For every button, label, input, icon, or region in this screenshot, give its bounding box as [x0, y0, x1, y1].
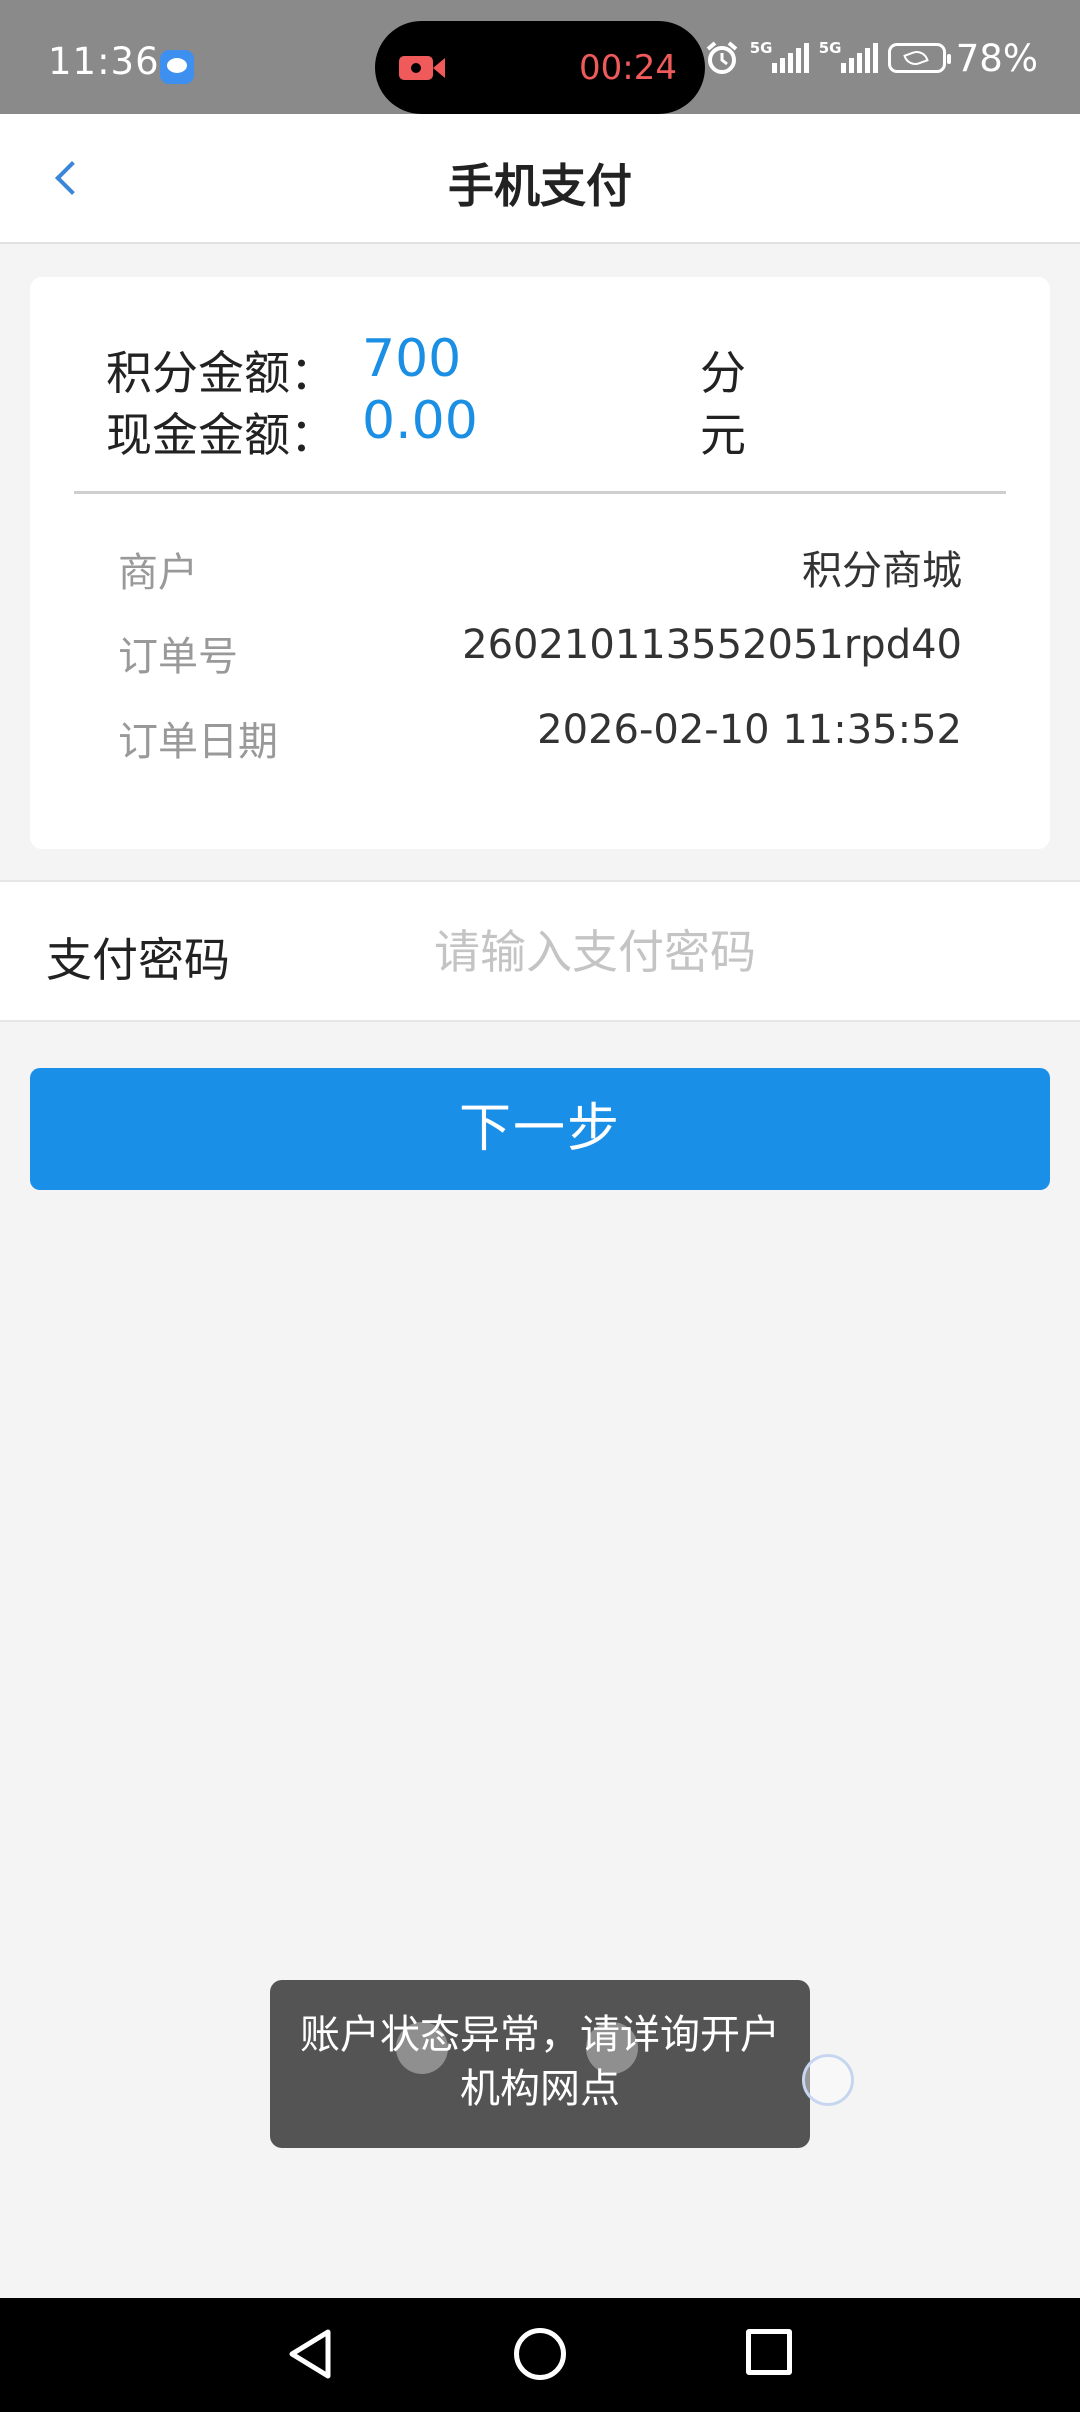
status-time: 11:36 — [48, 40, 160, 83]
touch-indicator — [396, 2022, 448, 2074]
alarm-icon — [706, 41, 738, 74]
signal-icon: 5G — [750, 39, 809, 73]
payment-password-input[interactable] — [434, 910, 1034, 994]
divider — [74, 491, 1006, 494]
system-nav-bar — [0, 2298, 1080, 2412]
cash-amount-value: 0.00 — [362, 391, 478, 451]
nav-recent-icon[interactable] — [746, 2329, 792, 2375]
cash-amount-unit: 元 — [700, 408, 746, 462]
cash-amount-label: 现金金额： — [106, 408, 336, 462]
page-title: 手机支付 — [448, 159, 632, 213]
recording-time: 00:24 — [579, 48, 677, 88]
points-amount-value: 700 — [362, 329, 462, 389]
order-number-value: 260210113552051rpd40 — [462, 622, 962, 668]
touch-indicator — [802, 2054, 854, 2106]
nav-home-icon[interactable] — [514, 2328, 566, 2380]
touch-indicator — [586, 2022, 638, 2074]
points-amount-unit: 分 — [700, 346, 746, 400]
error-toast: 账户状态异常，请详询开户机构网点 — [270, 1980, 810, 2148]
order-date-row: 订单日期 2026-02-10 11:35:52 — [118, 707, 962, 765]
video-record-icon — [399, 56, 445, 80]
order-date-value: 2026-02-10 11:35:52 — [537, 707, 962, 753]
order-date-label: 订单日期 — [118, 719, 278, 765]
order-number-row: 订单号 260210113552051rpd40 — [118, 622, 962, 680]
points-amount-label: 积分金额： — [106, 346, 336, 400]
merchant-row: 商户 积分商城 — [118, 540, 962, 596]
recording-pill[interactable]: 00:24 — [375, 21, 705, 114]
signal-icon: 5G — [819, 39, 878, 73]
status-icons: 5G 5G 78% — [704, 36, 1038, 80]
merchant-label: 商户 — [118, 550, 198, 596]
chat-bubble-icon — [160, 50, 194, 84]
nav-back-icon[interactable] — [284, 2326, 340, 2382]
network-type: 5G — [818, 39, 842, 57]
payment-password-label: 支付密码 — [46, 933, 230, 987]
payment-password-row: 支付密码 — [0, 880, 1080, 1022]
order-number-label: 订单号 — [118, 634, 238, 680]
battery-icon — [887, 43, 951, 73]
screen: 11:36 00:24 5G 5G 78% 手机支付 积分金额： 700 分 现… — [0, 0, 1080, 2412]
payment-info-card: 积分金额： 700 分 现金金额： 0.00 元 商户 积分商城 订单号 260… — [30, 277, 1050, 849]
merchant-value: 积分商城 — [802, 548, 962, 594]
next-step-button[interactable]: 下一步 — [30, 1068, 1050, 1190]
battery-percent: 78% — [955, 36, 1038, 80]
network-type: 5G — [749, 39, 773, 57]
status-bar: 11:36 00:24 5G 5G 78% — [0, 0, 1080, 114]
app-header: 手机支付 — [0, 114, 1080, 244]
